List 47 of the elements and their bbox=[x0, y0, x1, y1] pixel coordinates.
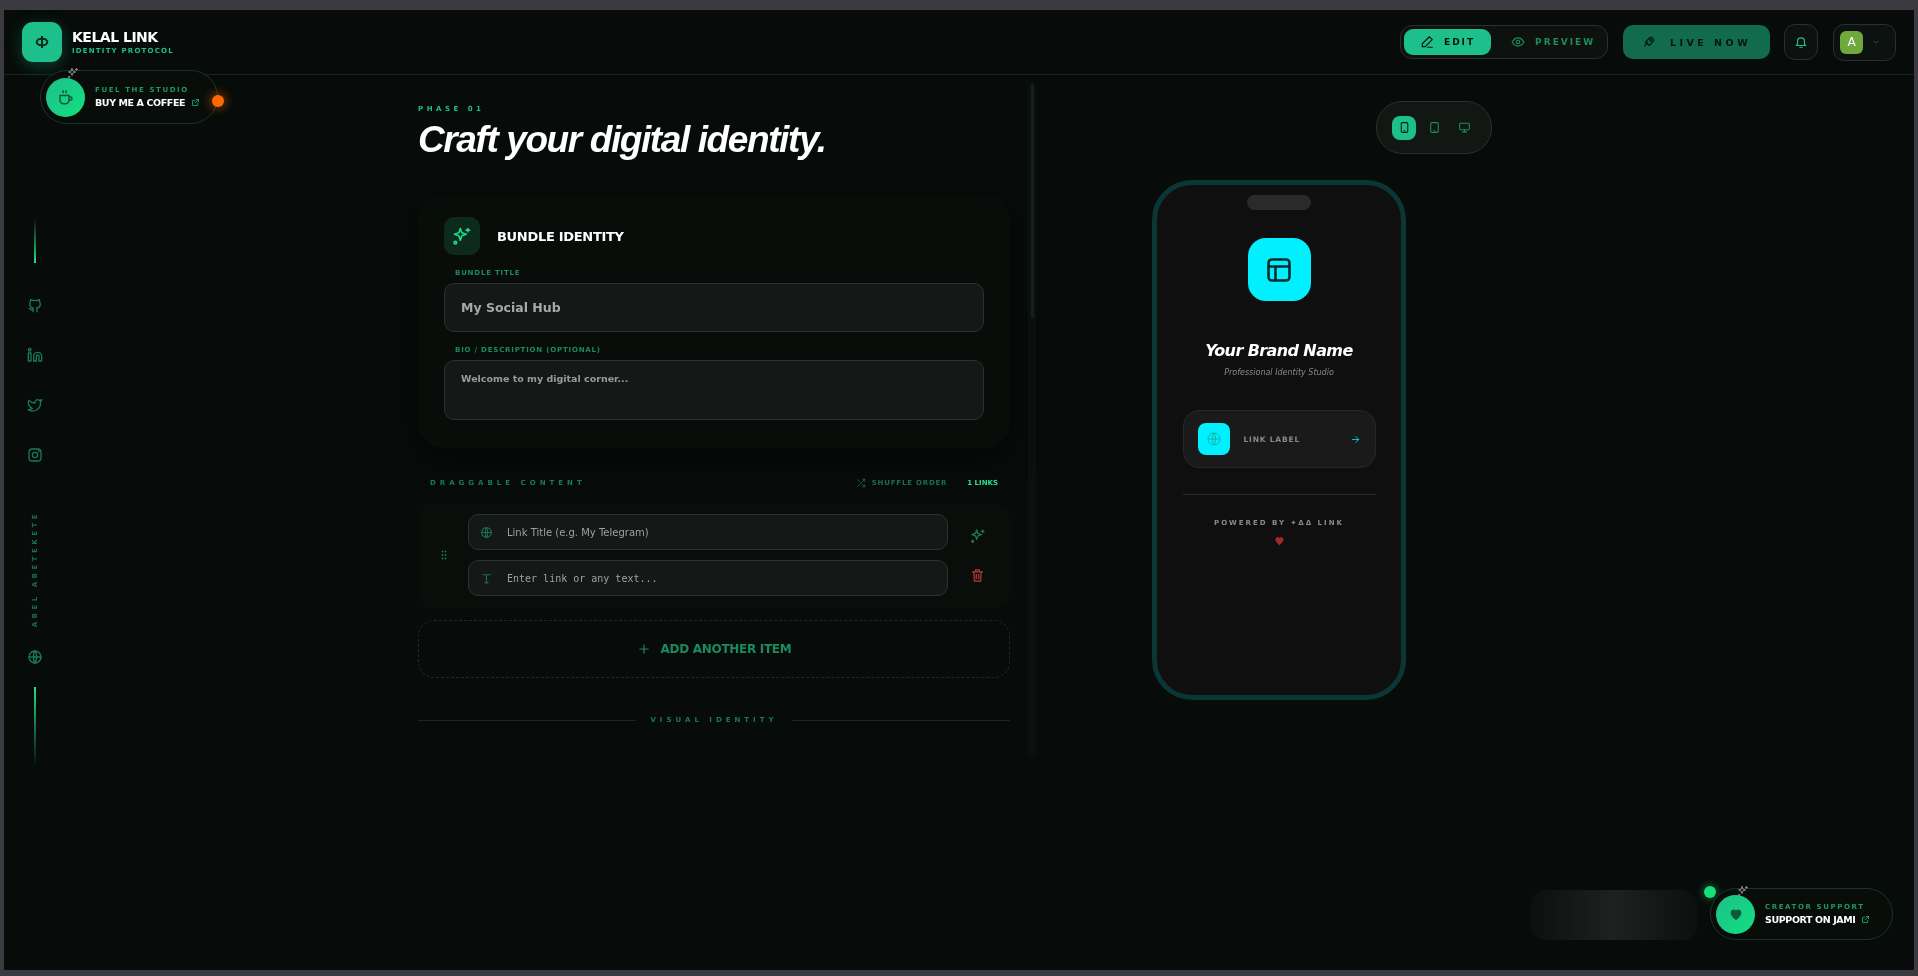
logo-icon bbox=[22, 22, 62, 62]
sparkle-icon bbox=[1737, 885, 1749, 897]
eye-icon bbox=[1511, 35, 1526, 49]
bird-icon bbox=[27, 397, 43, 413]
monitor-icon bbox=[1457, 121, 1471, 134]
phone-notch bbox=[1247, 195, 1311, 210]
trash-icon bbox=[970, 567, 985, 583]
delete-button[interactable] bbox=[970, 567, 986, 583]
page-heading: Craft your digital identity. bbox=[418, 119, 827, 161]
tablet-icon bbox=[1427, 121, 1441, 134]
globe-icon bbox=[27, 649, 43, 666]
mode-tab[interactable]: EDIT bbox=[1404, 29, 1492, 55]
card-title: BUNDLE IDENTITY bbox=[497, 228, 624, 244]
sparkle-button[interactable] bbox=[970, 527, 986, 544]
plus-icon bbox=[636, 642, 651, 656]
mode-tab[interactable]: PREVIEW bbox=[1495, 29, 1612, 55]
sparkle-icon bbox=[67, 67, 79, 79]
status-dot bbox=[1704, 886, 1716, 898]
cup-icon bbox=[46, 77, 85, 117]
avatar: A bbox=[1840, 30, 1863, 54]
support-link[interactable]: SUPPORT ON JAMI bbox=[1765, 914, 1871, 925]
device-tab[interactable] bbox=[1392, 115, 1416, 140]
title-field[interactable]: My Social Hub bbox=[444, 283, 984, 332]
shuffle-icon bbox=[855, 478, 866, 488]
sparkle-icon bbox=[970, 527, 986, 544]
external-link-icon bbox=[1861, 915, 1871, 924]
notifications-button[interactable] bbox=[1784, 24, 1818, 60]
bio-field[interactable]: Welcome to my digital corner... bbox=[444, 360, 984, 420]
bell-icon bbox=[1794, 35, 1808, 49]
pencil-icon bbox=[1420, 35, 1434, 49]
globe-icon bbox=[1197, 423, 1230, 455]
linkedin-icon bbox=[27, 347, 43, 363]
heart-icon bbox=[1273, 535, 1285, 546]
link-value-field[interactable]: Enter link or any text... bbox=[468, 560, 948, 596]
arrow-right-icon bbox=[1349, 433, 1361, 445]
brand-title: KELAL LINK bbox=[72, 29, 159, 45]
layout-icon bbox=[1247, 238, 1311, 301]
globe-icon bbox=[480, 526, 493, 539]
brand-name: Your Brand Name bbox=[1205, 341, 1353, 360]
tagline: Professional Identity Studio bbox=[1224, 368, 1334, 377]
external-link-icon bbox=[191, 98, 201, 107]
coffee-link[interactable]: BUY ME A COFFEE bbox=[95, 97, 201, 108]
text-icon bbox=[480, 572, 493, 585]
add-item-button[interactable]: ADD ANOTHER ITEM bbox=[418, 620, 1010, 678]
github-icon bbox=[27, 297, 43, 313]
link-title-field[interactable]: Link Title (e.g. My Telegram) bbox=[468, 514, 948, 550]
instagram-icon bbox=[27, 447, 43, 463]
